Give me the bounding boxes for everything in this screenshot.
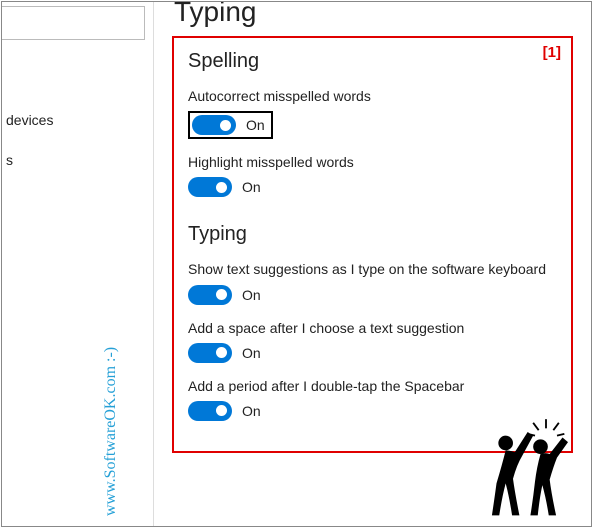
highlighted-toggle: On [188,111,273,139]
section-heading-typing: Typing [188,223,557,246]
toggle-state: On [242,287,261,303]
section-heading-spelling: Spelling [188,50,557,73]
toggle-highlight-misspelled[interactable] [188,177,232,197]
toggle-state: On [242,403,261,419]
toggle-add-space[interactable] [188,343,232,363]
sidebar-item[interactable]: s [2,140,153,180]
toggle-add-period[interactable] [188,401,232,421]
setting-label: Show text suggestions as I type on the s… [188,260,557,278]
setting-label: Add a space after I choose a text sugges… [188,319,557,337]
setting-label: Add a period after I double-tap the Spac… [188,377,557,395]
sidebar-item[interactable] [2,180,153,220]
sidebar-item-label: devices [6,112,53,128]
toggle-text-suggestions[interactable] [188,285,232,305]
toggle-state: On [246,117,265,133]
toggle-autocorrect[interactable] [192,115,236,135]
main-content: Typing [1] Spelling Autocorrect misspell… [154,2,591,526]
setting-label: Highlight misspelled words [188,153,557,171]
sidebar-item-label: s [6,152,13,168]
annotation-marker: [1] [543,44,561,61]
sidebar: devices s [2,2,154,526]
search-box[interactable] [2,6,145,40]
page-title: Typing [172,1,573,28]
sidebar-item[interactable]: devices [2,100,153,140]
toggle-state: On [242,179,261,195]
highlighted-region: [1] Spelling Autocorrect misspelled word… [172,36,573,453]
toggle-state: On [242,345,261,361]
setting-label: Autocorrect misspelled words [188,87,557,105]
